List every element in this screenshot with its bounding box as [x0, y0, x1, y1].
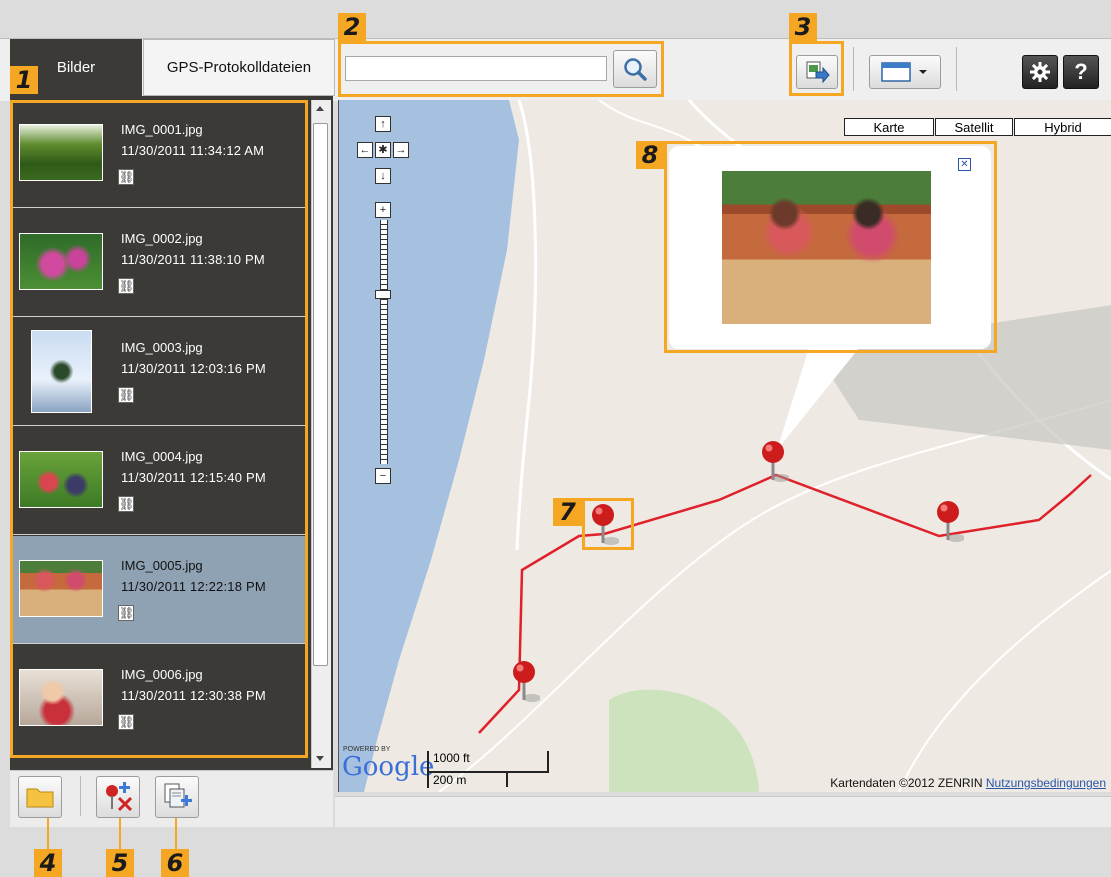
folder-icon: [26, 788, 54, 808]
zoom-out-button[interactable]: −: [375, 468, 391, 484]
status-bar: [335, 796, 1111, 827]
callout-box-pin: [582, 498, 634, 550]
pan-up-button[interactable]: ↑: [375, 116, 391, 132]
scale-bar-tick: [427, 751, 429, 788]
callout-label: 8: [636, 141, 664, 169]
scrollbar-thumb[interactable]: [313, 123, 328, 666]
zoom-slider-handle[interactable]: [375, 290, 391, 299]
pan-right-button[interactable]: →: [393, 142, 409, 158]
toolbar-separator: [853, 47, 854, 91]
zoom-slider[interactable]: [380, 220, 388, 464]
callout-box-search: [338, 41, 664, 97]
callout-label: 6: [161, 849, 189, 877]
scroll-up-icon[interactable]: [315, 104, 325, 112]
map-type-satellite[interactable]: Satellit: [935, 118, 1013, 136]
open-folder-button[interactable]: [18, 776, 62, 818]
settings-button[interactable]: [1022, 55, 1058, 89]
callout-line: [119, 818, 121, 849]
window-icon: [881, 62, 911, 82]
help-button[interactable]: ?: [1063, 55, 1099, 89]
remove-location-button[interactable]: [96, 776, 140, 818]
copyright-text: Kartendaten ©2012 ZENRIN: [830, 776, 983, 790]
callout-box-popup: [664, 141, 997, 353]
map-pin-icon[interactable]: [759, 440, 789, 484]
pan-center-button[interactable]: ✱: [375, 142, 391, 158]
map-pin-icon[interactable]: [510, 660, 540, 704]
river: [339, 100, 519, 792]
callout-label: 5: [106, 849, 134, 877]
map-type-hybrid[interactable]: Hybrid: [1014, 118, 1111, 136]
help-icon: ?: [1074, 59, 1088, 84]
tab-gps-logs[interactable]: GPS-Protokolldateien: [143, 39, 335, 96]
toolbar-separator: [956, 47, 957, 91]
map-type-map[interactable]: Karte: [844, 118, 934, 136]
map-road: [515, 100, 538, 551]
add-copy-button[interactable]: [155, 776, 199, 818]
callout-label: 4: [34, 849, 62, 877]
callout-box-image-list: [10, 100, 308, 758]
terms-link[interactable]: Nutzungsbedingungen: [986, 776, 1106, 790]
scale-bar-tick: [506, 771, 508, 787]
callout-box-export: [789, 41, 844, 96]
callout-label: 3: [789, 13, 817, 41]
toolbar-separator: [80, 776, 81, 816]
pan-left-button[interactable]: ←: [357, 142, 373, 158]
gear-icon: [1030, 62, 1050, 82]
callout-line: [47, 818, 49, 849]
callout-label: 1: [10, 66, 38, 94]
add-copy-icon: [164, 783, 192, 808]
remove-pin-icon: [106, 782, 133, 812]
window-layout-dropdown[interactable]: [869, 55, 941, 89]
chevron-down-icon: [919, 70, 927, 74]
callout-label: 7: [553, 498, 582, 526]
park-area: [609, 689, 759, 792]
zoom-in-button[interactable]: +: [375, 202, 391, 218]
callout-label: 2: [338, 13, 366, 41]
scale-feet: 1000 ft: [433, 751, 470, 765]
map-road: [898, 569, 1111, 792]
map-pin-icon[interactable]: [934, 500, 964, 544]
pan-down-button[interactable]: ↓: [375, 168, 391, 184]
google-logo: Google: [342, 752, 435, 782]
scale-meters: 200 m: [433, 773, 467, 787]
scroll-down-icon[interactable]: [315, 755, 325, 763]
callout-line: [175, 818, 177, 849]
map-copyright: Kartendaten ©2012 ZENRIN Nutzungsbedingu…: [830, 776, 1106, 790]
